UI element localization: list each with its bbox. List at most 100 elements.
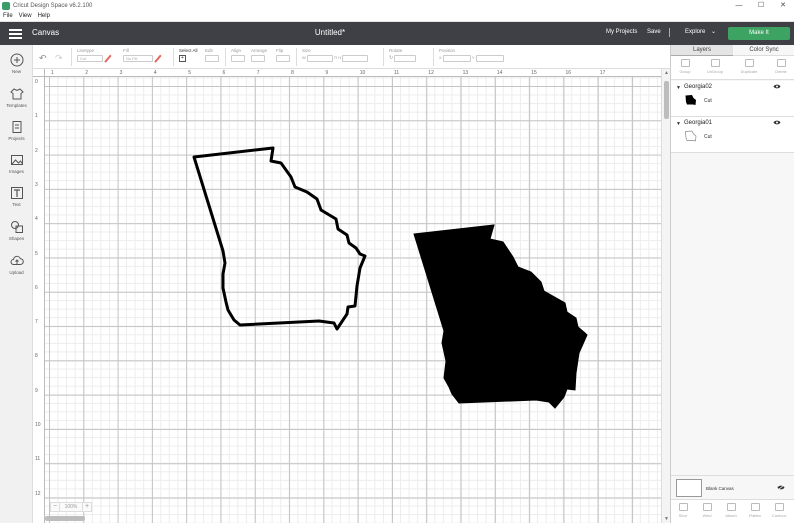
eye-icon[interactable] <box>773 83 781 90</box>
ungroup-button[interactable]: UnGroup <box>703 59 727 74</box>
ruler-tick-label: 0 <box>35 79 38 85</box>
zoom-in-button[interactable]: + <box>82 501 92 512</box>
ruler-tick-label: 11 <box>35 456 41 463</box>
save-link[interactable]: Save <box>647 29 661 35</box>
contour-button[interactable]: Contour <box>767 503 791 518</box>
window-controls: — ☐ ✕ <box>728 0 794 11</box>
duplicate-button[interactable]: Duplicate <box>737 59 761 74</box>
ruler-tick-label: 11 <box>394 70 400 76</box>
toolbar-divider <box>173 48 174 66</box>
left-sidebar: New Templates Projects Images Text Shape… <box>0 45 33 523</box>
blank-canvas-swatch[interactable] <box>676 479 702 497</box>
ruler-tick-label: 4 <box>35 216 38 223</box>
ruler-tick-label: 10 <box>359 70 366 76</box>
close-button[interactable]: ✕ <box>772 0 794 11</box>
edit-dropdown[interactable] <box>205 55 219 62</box>
attach-button[interactable]: Attach <box>719 503 743 518</box>
position-control[interactable]: Position X Y <box>439 48 504 62</box>
sidebar-item-templates[interactable]: Templates <box>0 87 33 108</box>
align-control[interactable]: Align <box>231 48 245 62</box>
rotate-control[interactable]: Rotate ↻ <box>389 48 417 62</box>
position-x-input[interactable] <box>442 55 471 62</box>
fill-select[interactable]: No Fill <box>123 55 153 62</box>
ruler-corner <box>33 69 45 77</box>
align-dropdown[interactable] <box>231 55 245 62</box>
arrange-dropdown[interactable] <box>251 55 265 62</box>
size-height-input[interactable] <box>342 55 369 62</box>
sidebar-item-upload[interactable]: Upload <box>0 254 33 275</box>
flip-control[interactable]: Flip <box>276 48 290 62</box>
make-it-button[interactable]: Make It <box>728 27 790 40</box>
chevron-down-icon[interactable]: ⌄ <box>711 28 716 35</box>
georgia01-shape[interactable] <box>192 146 367 331</box>
slice-label: Slice <box>678 513 688 518</box>
explore-link[interactable]: Explore <box>685 29 705 35</box>
rotate-icon: ↻ <box>389 55 394 61</box>
design-canvas[interactable] <box>45 77 661 523</box>
sidebar-item-projects[interactable]: Projects <box>0 120 33 141</box>
plus-circle-icon <box>10 53 23 67</box>
chevron-down-icon[interactable]: ▼ <box>676 121 681 127</box>
sidebar-item-images[interactable]: Images <box>0 153 33 174</box>
undo-icon[interactable]: ↶ <box>39 53 47 64</box>
tab-layers[interactable]: Layers <box>671 45 733 56</box>
sidebar-item-new[interactable]: New <box>0 53 33 74</box>
ruler-tick-label: 5 <box>188 70 191 76</box>
sidebar-item-label: Images <box>9 169 24 174</box>
layer-item[interactable]: ▼ Georgia01 Cut <box>671 117 794 153</box>
size-width-input[interactable] <box>306 55 333 62</box>
linetype-color-swatch[interactable] <box>104 55 112 62</box>
ruler-tick-label: 7 <box>256 70 260 76</box>
select-all-label: Select All <box>179 48 198 53</box>
attach-icon <box>726 503 736 511</box>
contour-icon <box>774 503 784 511</box>
tab-color-sync[interactable]: Color Sync <box>733 45 794 56</box>
fill-control[interactable]: Fill No Fill <box>123 48 162 62</box>
sidebar-item-label: New <box>11 69 21 74</box>
select-all-button[interactable]: Select All + <box>179 48 198 62</box>
minimize-button[interactable]: — <box>728 0 750 11</box>
ungroup-icon <box>710 59 720 67</box>
layer-item[interactable]: ▼ Georgia02 Cut <box>671 81 794 117</box>
menu-file[interactable]: File <box>3 13 13 19</box>
position-y-input[interactable] <box>475 55 504 62</box>
my-projects-link[interactable]: My Projects <box>606 29 637 35</box>
slice-button[interactable]: Slice <box>671 503 695 518</box>
weld-button[interactable]: Weld <box>695 503 719 518</box>
fill-color-swatch[interactable] <box>154 55 162 62</box>
projects-icon <box>12 121 21 133</box>
zoom-out-button[interactable]: − <box>50 501 60 512</box>
edit-control[interactable]: Edit <box>205 48 219 62</box>
eye-hidden-icon[interactable] <box>777 484 785 491</box>
group-button[interactable]: Group <box>673 59 697 74</box>
arrange-control[interactable]: Arrange <box>251 48 267 62</box>
eye-icon[interactable] <box>773 119 781 126</box>
lock-icon[interactable]: ⊓ <box>334 55 337 60</box>
sidebar-item-text[interactable]: Text <box>0 186 33 207</box>
redo-icon[interactable]: ↷ <box>55 53 63 64</box>
edit-toolbar: ↶ ↷ Linetype Cut Fill No Fill Select All… <box>33 45 670 69</box>
sidebar-item-label: Shapes <box>8 236 25 241</box>
ruler-tick-label: 8 <box>291 70 294 76</box>
cloud-upload-icon <box>10 255 24 265</box>
menu-help[interactable]: Help <box>38 13 50 19</box>
blank-canvas-row[interactable]: Blank Canvas <box>671 475 794 499</box>
chevron-down-icon[interactable]: ▼ <box>676 85 681 91</box>
delete-button[interactable]: Delete <box>769 59 793 74</box>
horizontal-scrollbar-thumb[interactable] <box>45 516 85 521</box>
contour-label: Contour <box>771 513 787 518</box>
menu-view[interactable]: View <box>19 13 32 19</box>
scrollbar-thumb[interactable] <box>664 81 669 119</box>
georgia02-shape[interactable] <box>413 224 588 409</box>
flip-dropdown[interactable] <box>276 55 290 62</box>
linetype-control[interactable]: Linetype Cut <box>77 48 112 62</box>
rotate-input[interactable] <box>394 55 417 62</box>
sidebar-item-shapes[interactable]: Shapes <box>0 220 33 241</box>
ruler-tick-label: 4 <box>153 70 157 76</box>
vertical-scrollbar[interactable]: ▲ ▼ <box>661 69 670 523</box>
maximize-button[interactable]: ☐ <box>750 0 772 11</box>
size-control[interactable]: Size W ⊓ H <box>302 48 369 62</box>
flatten-button[interactable]: Flatten <box>743 503 767 518</box>
app-logo-icon <box>2 1 10 10</box>
linetype-select[interactable]: Cut <box>77 55 103 62</box>
